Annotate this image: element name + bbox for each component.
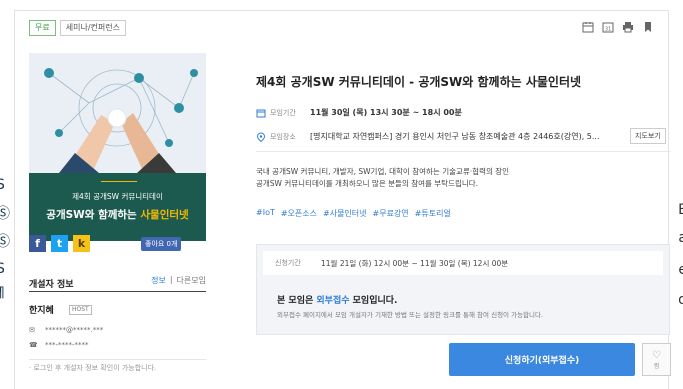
opener-phone: ☎ ***-****-**** (29, 341, 89, 349)
heart-icon: ♡ (652, 349, 661, 361)
svg-text:31: 31 (605, 27, 611, 33)
apply-external-button[interactable]: 신청하기(외부접수) (449, 343, 635, 376)
apply-notice-suffix: 모임입니다. (349, 296, 398, 306)
hashtag-list: #IoT #오픈소스 #사물인터넷 #무료강연 #튜토리얼 (256, 208, 451, 219)
thumbnail-title: 공개SW와 함께하는 사물인터넷 (29, 207, 206, 222)
tag-row: 무료 세미나/컨퍼런스 (29, 20, 126, 36)
opener-tabs: 정보 | 다른모임 (151, 275, 206, 286)
right-edge-decoration: Eaed (678, 202, 683, 308)
apply-period-row: 신청기간 11월 21일 (화) 12시 00분 ~ 11월 30일 (목) 1… (263, 251, 663, 275)
description-line-2: 공개SW 커뮤니티데이를 개최하오니 많은 분들의 참여를 부탁드립니다. (256, 179, 479, 188)
place-value: [명지대학교 자연캠퍼스] 경기 용인시 처인구 남동 창조예술관 4층 244… (310, 132, 600, 141)
mail-icon: ✉ (29, 326, 35, 334)
opener-section-title: 개설자 정보 (29, 280, 74, 290)
event-place-row: 모임장소 [명지대학교 자연캠퍼스] 경기 용인시 처인구 남동 창조예술관 4… (256, 131, 600, 142)
facebook-share-icon[interactable]: f (29, 235, 46, 252)
apply-notice: 본 모임은 외부접수 모임입니다. (277, 293, 397, 306)
section-divider (256, 151, 670, 152)
phone-icon: ☎ (29, 341, 38, 349)
category-tag[interactable]: 세미나/컨퍼런스 (59, 20, 126, 36)
event-thumbnail: 제4회 공개SW 커뮤니티데이 공개SW와 함께하는 사물인터넷 (29, 53, 206, 241)
opener-email-value: ******@*****.*** (45, 326, 104, 334)
description-line-1: 국내 공개SW 커뮤니티, 개발자, SW기업, 대학이 참여하는 기술교류·협… (256, 167, 510, 176)
map-view-button[interactable]: 지도보기 (630, 128, 666, 144)
thumbnail-title-highlight: 사물인터넷 (140, 209, 189, 221)
kakaostory-share-icon[interactable]: k (73, 235, 90, 252)
twitter-share-icon[interactable]: t (51, 235, 68, 252)
hashtag-link[interactable]: #무료강연 (373, 208, 409, 219)
tab-other-events[interactable]: 다른모임 (177, 275, 206, 286)
host-badge: HOST (69, 305, 92, 315)
login-note: · 로그인 후 개설자 정보 확인이 가능합니다. (29, 359, 206, 373)
event-title: 제4회 공개SW 커뮤니티데이 - 공개SW와 함께하는 사물인터넷 (256, 75, 582, 89)
apply-sub-text: 외부접수 페이지에서 모임 개설자가 기재한 방법 또는 설정한 링크를 통해 … (277, 311, 544, 319)
hashtag-link[interactable]: #사물인터넷 (323, 208, 367, 219)
wishlist-button[interactable]: ♡ 찜 (642, 343, 671, 376)
opener-name: 한지혜 (29, 306, 54, 316)
calendar-small-icon (256, 109, 266, 117)
opener-phone-value: ***-****-**** (45, 341, 89, 349)
event-description: 국내 공개SW 커뮤니티, 개발자, SW기업, 대학이 참여하는 기술교류·협… (256, 166, 656, 190)
thumbnail-subtitle: 제4회 공개SW 커뮤니티데이 (72, 192, 163, 201)
social-share: f t k (29, 235, 90, 252)
calendar-icon[interactable] (582, 21, 594, 33)
thumbnail-title-main: 공개SW와 함께하는 (46, 209, 137, 221)
left-edge-decoration: SⓈⓈS¶ (0, 177, 10, 301)
hashtag-link[interactable]: #튜토리얼 (415, 208, 451, 219)
wishlist-label: 찜 (653, 362, 660, 370)
apply-period-label: 신청기간 (275, 259, 301, 267)
hashtag-link[interactable]: #오픈소스 (281, 208, 317, 219)
apply-notice-prefix: 본 모임은 (277, 296, 317, 306)
top-icon-bar: 31 (582, 21, 654, 33)
location-pin-icon (256, 131, 266, 142)
calendar-31-icon[interactable]: 31 (602, 21, 614, 33)
hashtag-link[interactable]: #IoT (256, 208, 275, 219)
event-period-row: 모임기간 11월 30일 (목) 13시 30분 ~ 18시 00분 (256, 107, 462, 118)
period-value: 11월 30일 (목) 13시 30분 ~ 18시 00분 (310, 108, 462, 117)
apply-period-value: 11월 21일 (화) 12시 00분 ~ 11월 30일 (목) 12시 00… (321, 258, 509, 268)
bookmark-icon[interactable] (642, 21, 654, 33)
price-tag: 무료 (29, 20, 56, 36)
event-detail-card: 무료 세미나/컨퍼런스 31 제4회 공개SW 커뮤니티데이 공개SW와 함께하… (14, 10, 671, 389)
apply-notice-highlight: 외부접수 (316, 296, 350, 306)
tab-opener-info[interactable]: 정보 (151, 275, 166, 286)
print-icon[interactable] (622, 21, 634, 33)
tab-divider: | (169, 275, 173, 284)
opener-email: ✉ ******@*****.*** (29, 326, 103, 334)
apply-info-box: 신청기간 11월 21일 (화) 12시 00분 ~ 11월 30일 (목) 1… (256, 244, 670, 335)
opener-header: 개설자 정보 정보 | 다른모임 (29, 272, 206, 292)
period-label: 모임기간 (270, 108, 296, 117)
place-label: 모임장소 (270, 132, 296, 141)
facebook-like-button[interactable]: 좋아요 0개 (141, 237, 182, 251)
